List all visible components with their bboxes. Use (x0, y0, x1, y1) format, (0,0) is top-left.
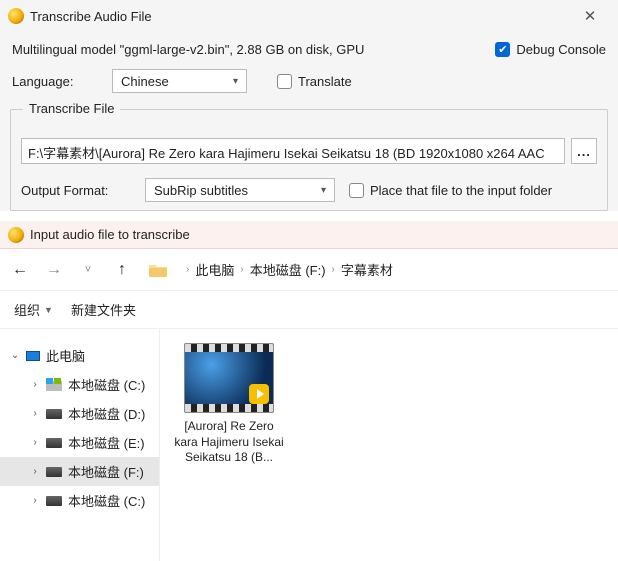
tree-drive[interactable]: › 本地磁盘 (D:) (0, 399, 159, 428)
model-info: Multilingual model "ggml-large-v2.bin", … (12, 42, 485, 57)
picker-title: Input audio file to transcribe (30, 227, 190, 242)
twisty-closed-icon[interactable]: › (30, 379, 40, 390)
drive-label: 本地磁盘 (C:) (68, 491, 145, 510)
place-file-label: Place that file to the input folder (370, 183, 552, 198)
tree-root-label: 此电脑 (46, 346, 85, 365)
twisty-closed-icon[interactable]: › (30, 408, 40, 419)
group-legend: Transcribe File (23, 101, 120, 116)
place-file-checkbox[interactable]: Place that file to the input folder (349, 183, 552, 198)
disk-icon (46, 438, 62, 448)
file-path-input[interactable]: F:\字幕素材\[Aurora] Re Zero kara Hajimeru I… (21, 138, 565, 164)
transcribe-file-group: Transcribe File F:\字幕素材\[Aurora] Re Zero… (10, 109, 608, 211)
picker-titlebar: Input audio file to transcribe (0, 221, 618, 249)
back-icon[interactable]: ← (12, 261, 28, 279)
tree-drive[interactable]: › 本地磁盘 (F:) (0, 457, 159, 486)
video-thumbnail: Player (184, 343, 274, 413)
breadcrumb-seg[interactable]: 此电脑 (195, 260, 234, 279)
path-row: F:\字幕素材\[Aurora] Re Zero kara Hajimeru I… (21, 138, 597, 164)
chevron-right-icon: › (332, 264, 335, 275)
disk-icon (46, 467, 62, 477)
translate-checkbox[interactable]: Translate (277, 74, 352, 89)
output-format-value: SubRip subtitles (154, 183, 248, 198)
language-label: Language: (12, 74, 102, 89)
chevron-down-icon: ▾ (321, 185, 326, 196)
drive-label: 本地磁盘 (F:) (68, 462, 144, 481)
tree-root[interactable]: ⌄ 此电脑 (0, 341, 159, 370)
checkbox-unchecked-icon (277, 74, 292, 89)
disk-icon (46, 409, 62, 419)
twisty-closed-icon[interactable]: › (30, 495, 40, 506)
language-row: Language: Chinese ▾ Translate (0, 63, 618, 105)
up-icon[interactable]: ↑ (114, 261, 130, 279)
file-picker: Input audio file to transcribe ← → ˅ ↑ ›… (0, 221, 618, 561)
checkbox-unchecked-icon (349, 183, 364, 198)
language-value: Chinese (121, 74, 169, 89)
checkbox-checked-icon: ✔ (495, 42, 510, 57)
player-badge-label: Player (254, 406, 271, 412)
browse-button[interactable]: ... (571, 138, 597, 164)
new-folder-label: 新建文件夹 (71, 300, 136, 319)
picker-body: ⌄ 此电脑 › 本地磁盘 (C:) › 本地磁盘 (D:) › 本地磁盘 (E:… (0, 329, 618, 561)
chevron-right-icon: › (186, 264, 189, 275)
pc-icon (26, 351, 40, 361)
close-icon[interactable]: ✕ (570, 7, 610, 25)
language-select[interactable]: Chinese ▾ (112, 69, 247, 93)
breadcrumb[interactable]: › 此电脑 › 本地磁盘 (F:) › 字幕素材 (186, 260, 393, 279)
drive-label: 本地磁盘 (E:) (68, 433, 145, 452)
windows-drive-icon (46, 378, 62, 391)
tree-drive[interactable]: › 本地磁盘 (C:) (0, 486, 159, 515)
folder-icon (148, 262, 168, 278)
translate-label: Translate (298, 74, 352, 89)
twisty-closed-icon[interactable]: › (30, 437, 40, 448)
breadcrumb-seg[interactable]: 字幕素材 (341, 260, 393, 279)
tree-drive[interactable]: › 本地磁盘 (C:) (0, 370, 159, 399)
debug-console-checkbox[interactable]: ✔ Debug Console (495, 42, 606, 57)
play-badge-icon (249, 384, 269, 404)
folder-tree[interactable]: ⌄ 此电脑 › 本地磁盘 (C:) › 本地磁盘 (D:) › 本地磁盘 (E:… (0, 329, 160, 561)
organize-label: 组织 (14, 300, 40, 319)
transcribe-dialog: Transcribe Audio File ✕ Multilingual mod… (0, 0, 618, 211)
file-name: [Aurora] Re Zero kara Hajimeru Isekai Se… (174, 419, 284, 466)
drive-label: 本地磁盘 (D:) (68, 404, 145, 423)
file-pane[interactable]: Player [Aurora] Re Zero kara Hajimeru Is… (160, 329, 618, 561)
output-format-select[interactable]: SubRip subtitles ▾ (145, 178, 335, 202)
recent-chevron-icon[interactable]: ˅ (80, 264, 96, 276)
model-row: Multilingual model "ggml-large-v2.bin", … (0, 32, 618, 63)
disk-icon (46, 496, 62, 506)
new-folder-button[interactable]: 新建文件夹 (71, 300, 136, 319)
file-item[interactable]: Player [Aurora] Re Zero kara Hajimeru Is… (174, 343, 284, 466)
forward-icon[interactable]: → (46, 261, 62, 279)
chevron-down-icon: ▾ (233, 76, 238, 87)
chevron-right-icon: › (240, 264, 243, 275)
output-row: Output Format: SubRip subtitles ▾ Place … (21, 178, 597, 202)
output-format-label: Output Format: (21, 183, 131, 198)
chevron-down-icon: ▼ (44, 305, 53, 315)
app-icon (8, 227, 24, 243)
twisty-closed-icon[interactable]: › (30, 466, 40, 477)
dialog-titlebar: Transcribe Audio File ✕ (0, 0, 618, 32)
tree-drive[interactable]: › 本地磁盘 (E:) (0, 428, 159, 457)
nav-row: ← → ˅ ↑ › 此电脑 › 本地磁盘 (F:) › 字幕素材 (0, 249, 618, 291)
debug-console-label: Debug Console (516, 42, 606, 57)
drive-label: 本地磁盘 (C:) (68, 375, 145, 394)
app-icon (8, 8, 24, 24)
twisty-open-icon[interactable]: ⌄ (10, 350, 20, 361)
organize-menu[interactable]: 组织 ▼ (14, 300, 53, 319)
dialog-title: Transcribe Audio File (30, 9, 570, 24)
breadcrumb-seg[interactable]: 本地磁盘 (F:) (250, 260, 326, 279)
picker-toolbar: 组织 ▼ 新建文件夹 (0, 291, 618, 329)
